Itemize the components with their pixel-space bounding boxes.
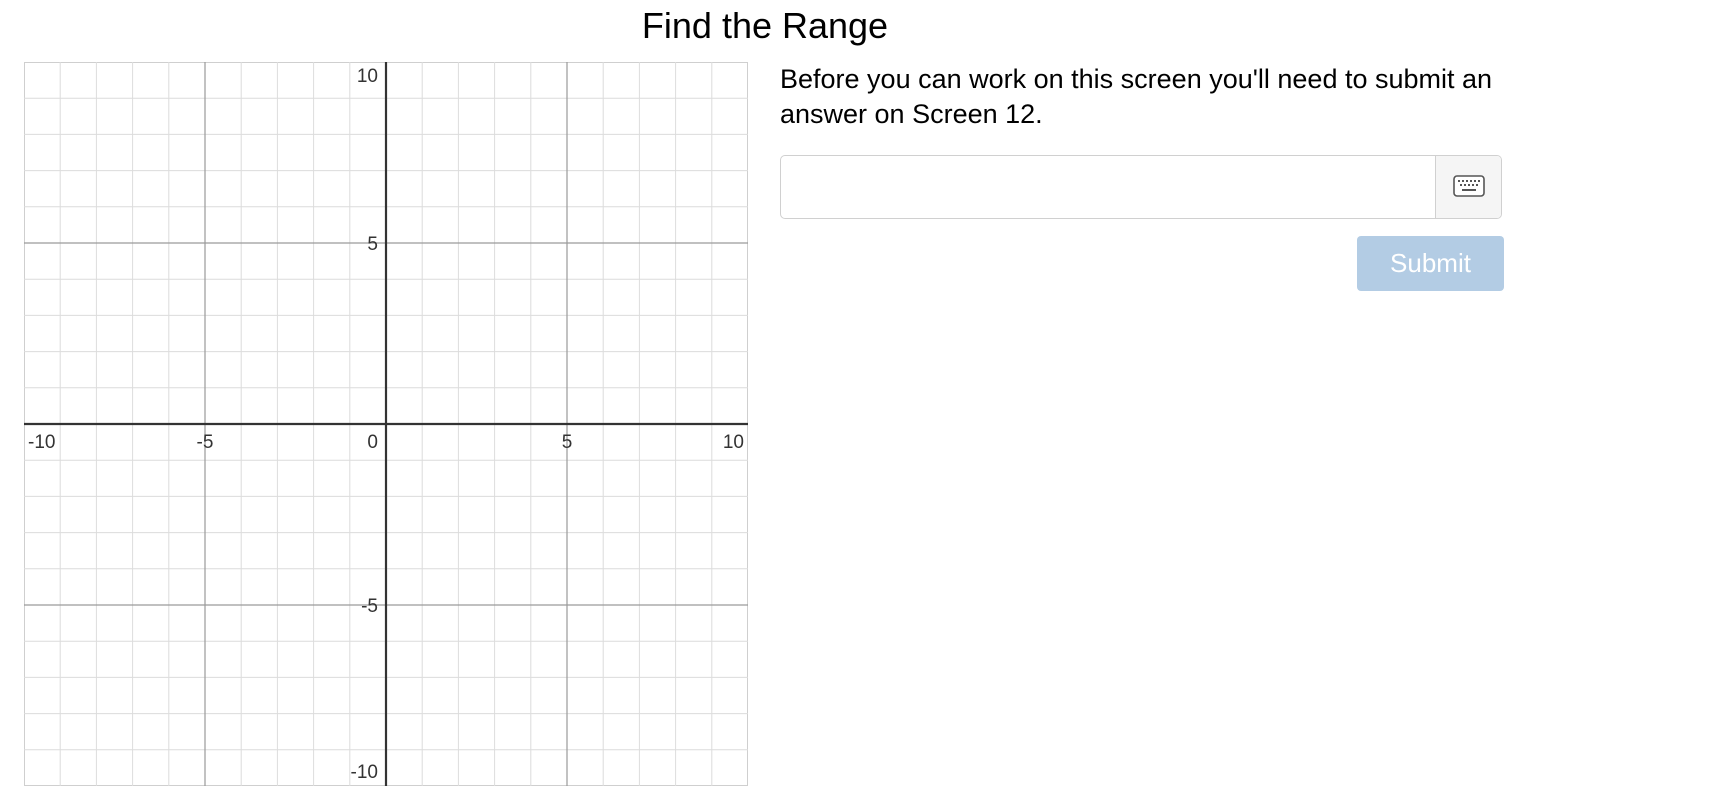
answer-input[interactable] bbox=[781, 156, 1435, 218]
y-tick-label: -10 bbox=[351, 762, 378, 783]
y-tick-label: 5 bbox=[367, 234, 378, 255]
graph-canvas[interactable]: -10 -5 0 5 10 10 5 -5 -10 bbox=[24, 62, 748, 786]
keyboard-icon bbox=[1452, 174, 1485, 200]
keypad-toggle-button[interactable] bbox=[1435, 156, 1501, 218]
y-tick-label: -5 bbox=[361, 596, 378, 617]
page: Find the Range -10 -5 0 5 10 10 5 -5 -10 Before … bbox=[0, 0, 1715, 811]
x-tick-label: -10 bbox=[28, 432, 55, 453]
submit-button[interactable]: Submit bbox=[1357, 236, 1504, 291]
x-tick-label: 0 bbox=[367, 432, 378, 453]
answer-field bbox=[780, 155, 1502, 219]
coordinate-graph[interactable]: -10 -5 0 5 10 10 5 -5 -10 bbox=[24, 62, 748, 786]
screen-prerequisite-message: Before you can work on this screen you'l… bbox=[780, 64, 1493, 129]
x-tick-label: 5 bbox=[562, 432, 573, 453]
x-tick-label: -5 bbox=[197, 432, 214, 453]
x-tick-label: 10 bbox=[723, 432, 744, 453]
y-tick-label: 10 bbox=[357, 66, 378, 87]
page-title: Find the Range bbox=[641, 5, 889, 46]
